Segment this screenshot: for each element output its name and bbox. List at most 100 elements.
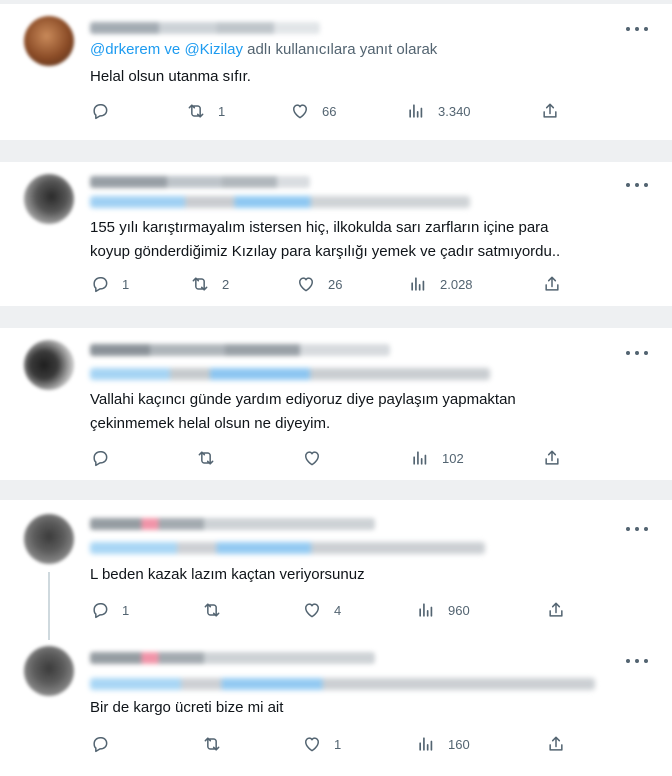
- view-count: 102: [442, 450, 464, 466]
- reply-icon: [93, 737, 108, 753]
- share-icon: [549, 736, 563, 751]
- tweet-text: 155 yılı karıştırmayalım istersen hiç, i…: [90, 216, 650, 264]
- share-icon: [543, 103, 557, 118]
- avatar[interactable]: [24, 340, 74, 390]
- views-button[interactable]: 3.340: [406, 101, 471, 121]
- views-icon: [409, 104, 423, 118]
- like-icon: [305, 603, 319, 618]
- blurred-user-name[interactable]: [90, 22, 320, 34]
- retweet-icon: [188, 104, 204, 118]
- blurred-reply-context[interactable]: [90, 542, 485, 554]
- avatar[interactable]: [24, 514, 74, 564]
- avatar[interactable]: [24, 646, 74, 696]
- retweet-button[interactable]: 2: [190, 274, 229, 294]
- tweet-text: Bir de kargo ücreti bize mi ait: [90, 696, 650, 720]
- share-button[interactable]: [546, 734, 566, 754]
- reply-context: @drkerem ve @Kizilay adlı kullanıcılara …: [90, 41, 437, 58]
- views-button[interactable]: 102: [410, 448, 464, 468]
- more-icon[interactable]: [626, 22, 648, 36]
- avatar[interactable]: [24, 174, 74, 224]
- retweet-button[interactable]: [202, 600, 234, 620]
- mention-link[interactable]: @drkerem: [90, 41, 160, 58]
- like-count: 26: [328, 276, 343, 292]
- share-button[interactable]: [542, 448, 562, 468]
- reply-button[interactable]: [90, 734, 122, 754]
- share-button[interactable]: [546, 600, 566, 620]
- blurred-reply-context[interactable]: [90, 678, 595, 690]
- retweet-button[interactable]: [196, 448, 228, 468]
- view-count: 2.028: [440, 276, 473, 292]
- like-button[interactable]: [302, 448, 334, 468]
- views-icon: [419, 603, 433, 617]
- like-button[interactable]: 66: [290, 101, 336, 121]
- blurred-user-name[interactable]: [90, 652, 375, 664]
- views-icon: [413, 451, 427, 465]
- views-icon: [419, 737, 433, 751]
- like-icon: [293, 104, 307, 119]
- tweet[interactable]: L beden kazak lazım kaçtan veriyorsunuz …: [10, 500, 662, 636]
- retweet-icon: [198, 451, 214, 465]
- reply-button[interactable]: 1: [90, 274, 129, 294]
- like-icon: [299, 277, 313, 292]
- retweet-icon: [204, 737, 220, 751]
- separator: [0, 140, 672, 162]
- share-icon: [545, 276, 559, 291]
- like-icon: [305, 737, 319, 752]
- views-button[interactable]: 960: [416, 600, 470, 620]
- share-icon: [545, 450, 559, 465]
- reply-icon: [93, 451, 108, 467]
- like-count: 66: [322, 103, 337, 119]
- tweet[interactable]: 155 yılı karıştırmayalım istersen hiç, i…: [10, 162, 662, 306]
- view-count: 3.340: [438, 103, 471, 119]
- like-button[interactable]: 26: [296, 274, 342, 294]
- blurred-user-name[interactable]: [90, 176, 310, 188]
- tweet[interactable]: @drkerem ve @Kizilay adlı kullanıcılara …: [10, 4, 662, 140]
- blurred-user-name[interactable]: [90, 518, 375, 530]
- separator: [0, 306, 672, 328]
- reply-count: 1: [122, 602, 130, 618]
- tweet[interactable]: Vallahi kaçıncı günde yardım ediyoruz di…: [10, 328, 662, 480]
- like-button[interactable]: 4: [302, 600, 341, 620]
- retweet-button[interactable]: [202, 734, 234, 754]
- share-icon: [549, 602, 563, 617]
- retweet-count: 1: [218, 103, 226, 119]
- more-icon[interactable]: [626, 654, 648, 668]
- tweet-text-line: L beden kazak lazım kaçtan veriyorsunuz: [90, 566, 365, 583]
- tweet[interactable]: Bir de kargo ücreti bize mi ait 1 160: [10, 636, 662, 776]
- views-button[interactable]: 2.028: [408, 274, 473, 294]
- reply-context-suffix: adlı kullanıcılara yanıt olarak: [243, 41, 438, 58]
- reply-button[interactable]: [90, 101, 122, 121]
- tweet-text: Helal olsun utanma sıfır.: [90, 65, 650, 89]
- more-icon[interactable]: [626, 178, 648, 192]
- more-icon[interactable]: [626, 522, 648, 536]
- separator: [0, 480, 672, 500]
- retweet-button[interactable]: 1: [186, 101, 225, 121]
- share-button[interactable]: [540, 101, 560, 121]
- tweet-text: Vallahi kaçıncı günde yardım ediyoruz di…: [90, 388, 650, 436]
- reply-count: 1: [122, 276, 130, 292]
- reply-button[interactable]: [90, 448, 122, 468]
- blurred-reply-context[interactable]: [90, 196, 470, 208]
- mention-link[interactable]: @Kizilay: [184, 41, 243, 58]
- more-icon[interactable]: [626, 346, 648, 360]
- blurred-reply-context[interactable]: [90, 368, 490, 380]
- like-count: 4: [334, 602, 342, 618]
- retweet-icon: [192, 277, 208, 291]
- reply-button[interactable]: 1: [90, 600, 129, 620]
- view-count: 160: [448, 736, 470, 752]
- tweet-text-line: Bir de kargo ücreti bize mi ait: [90, 699, 284, 716]
- reply-icon: [93, 104, 108, 120]
- tweet-text-line: çekinmemek helal olsun ne diyeyim.: [90, 415, 331, 432]
- avatar[interactable]: [24, 16, 74, 66]
- tweet-text-line: Vallahi kaçıncı günde yardım ediyoruz di…: [90, 391, 516, 408]
- like-button[interactable]: 1: [302, 734, 341, 754]
- blurred-user-name[interactable]: [90, 344, 390, 356]
- tweet-text-line: 155 yılı karıştırmayalım istersen hiç, i…: [90, 219, 549, 236]
- like-count: 1: [334, 736, 342, 752]
- views-button[interactable]: 160: [416, 734, 470, 754]
- reply-context-and: ve: [160, 41, 185, 58]
- retweet-icon: [204, 603, 220, 617]
- views-icon: [411, 277, 425, 291]
- share-button[interactable]: [542, 274, 562, 294]
- retweet-count: 2: [222, 276, 230, 292]
